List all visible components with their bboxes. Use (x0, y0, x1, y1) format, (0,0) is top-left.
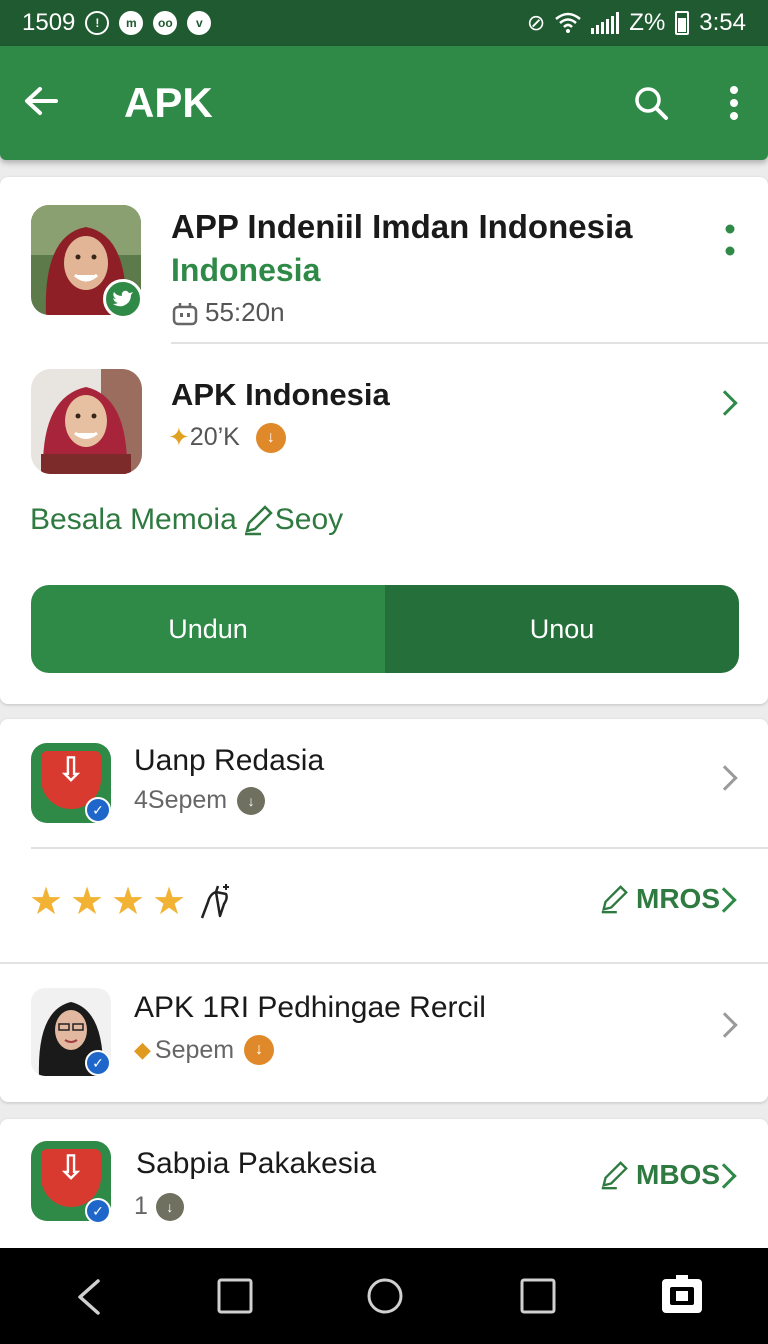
vibrate-off-icon: ⊘ (526, 10, 546, 35)
search-icon (635, 87, 668, 120)
status-clock: 3:54 (699, 9, 746, 36)
divider (171, 342, 768, 344)
verified-badge-icon: ✓ (85, 1050, 111, 1076)
back-button[interactable] (24, 83, 80, 123)
more-vert-icon (725, 224, 735, 256)
page-title: APK (124, 79, 213, 126)
featured-app-meta-text: 55:20n (205, 297, 285, 327)
robot-icon (172, 302, 198, 325)
sparkle-icon: ✦ (168, 422, 190, 452)
twitter-badge-icon (103, 279, 143, 319)
edit-icon (244, 505, 273, 536)
battery-icon (675, 11, 690, 35)
shield-icon: v (187, 11, 212, 35)
wifi-icon (555, 12, 582, 33)
list-item-title[interactable]: Sabpia Pakakesia (136, 1147, 376, 1181)
divider (31, 847, 768, 849)
featured-link-text: Besala Memoia (30, 503, 237, 536)
download-button[interactable]: Undun (31, 585, 385, 673)
nav-home-icon[interactable] (366, 1277, 404, 1315)
list-item-meta: 4Sepem ↓ (134, 786, 266, 815)
coin-icon: ↓ (237, 786, 266, 815)
avatar[interactable] (31, 369, 142, 474)
app-meta-text: 20’K (189, 423, 240, 451)
coin-icon: ↓ (244, 1035, 275, 1065)
download-button-label: Undun (168, 613, 248, 644)
nav-screenshot-icon[interactable] (660, 1275, 704, 1315)
secondary-button[interactable]: Unou (385, 585, 739, 673)
featured-link-suffix: Seoy (274, 503, 344, 536)
mbos-action[interactable]: MBOS (598, 1158, 720, 1192)
featured-more-button[interactable] (724, 224, 736, 256)
app-notification-icon: m (119, 11, 144, 35)
messenger-notification-icon: oo (153, 11, 178, 35)
nav-square-icon[interactable] (217, 1278, 253, 1314)
featured-app-title[interactable]: APP Indeniil Imdan Indonesia (171, 208, 632, 246)
app-meta: ✦ 20’K ↓ (168, 422, 286, 453)
star-icon: ★ (29, 881, 64, 923)
verified-badge-icon: ✓ (85, 797, 111, 823)
profile-photo (31, 369, 142, 474)
hand-icon[interactable] (198, 882, 234, 922)
star-icon: ★ (70, 881, 105, 923)
system-nav-bar (0, 1248, 768, 1344)
edit-icon (601, 1161, 628, 1190)
featured-app-subtitle: Indonesia (171, 252, 321, 288)
status-bar: 1509 ! m oo v ⊘ Z% 3:54 (0, 0, 768, 46)
divider (0, 962, 768, 964)
nav-recents-icon[interactable] (520, 1278, 556, 1314)
featured-link[interactable]: Besala Memoia Seoy (30, 503, 343, 537)
verified-badge-icon: ✓ (85, 1198, 111, 1224)
star-icon: ★ (152, 881, 187, 923)
list-item-title[interactable]: APK 1RI Pedhingae Rercil (134, 991, 486, 1025)
mbos-action-label: MBOS (636, 1159, 720, 1190)
list-item-title[interactable]: Uanp Redasia (134, 744, 324, 778)
more-options-button[interactable] (724, 78, 744, 128)
coin-icon: ↓ (155, 1192, 184, 1221)
coin-icon: ↓ (255, 422, 286, 453)
app-bar: APK (0, 46, 768, 160)
mros-action-label: MROS (636, 883, 720, 914)
battery-percent: Z% (629, 9, 666, 36)
arrow-left-icon (25, 87, 58, 115)
search-button[interactable] (626, 78, 676, 128)
featured-app-meta: 55:20n (171, 297, 285, 328)
status-time-left: 1509 (22, 9, 76, 36)
nav-back-icon[interactable] (74, 1278, 104, 1316)
list-item-meta: 1 ↓ (134, 1192, 184, 1221)
more-vert-icon (730, 86, 738, 120)
list-item-meta-text: 1 (134, 1192, 148, 1220)
list-item-meta: ◆ Sepem ↓ (134, 1035, 275, 1065)
list-item-meta-text: 4Sepem (134, 786, 228, 814)
secondary-button-label: Unou (529, 613, 595, 644)
diamond-icon: ◆ (134, 1037, 151, 1062)
list-item-meta-text: Sepem (154, 1035, 235, 1064)
signal-icon (591, 12, 620, 34)
edit-icon (601, 885, 628, 914)
app-title[interactable]: APK Indonesia (171, 377, 390, 413)
alarm-icon: ! (85, 11, 110, 35)
star-icon: ★ (111, 881, 146, 923)
mros-action[interactable]: MROS (598, 882, 720, 916)
